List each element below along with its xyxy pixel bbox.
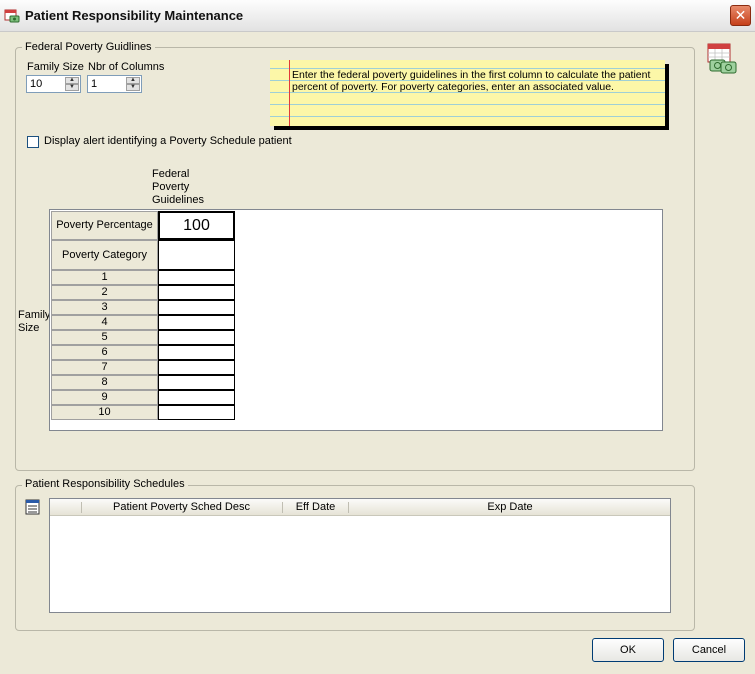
- ok-button[interactable]: OK: [592, 638, 664, 662]
- family-size-guideline-input[interactable]: [158, 330, 235, 345]
- family-size-guideline-input[interactable]: [158, 285, 235, 300]
- cancel-button[interactable]: Cancel: [673, 638, 745, 662]
- nbr-columns-stepper[interactable]: 1 ▲ ▼: [87, 75, 142, 93]
- family-size-side-label: Family Size: [18, 309, 51, 334]
- column-patient-poverty-sched-desc[interactable]: Patient Poverty Sched Desc: [82, 501, 281, 513]
- poverty-guidelines-grid: Poverty Percentage 100 Poverty Category …: [49, 209, 663, 431]
- schedules-list[interactable]: Patient Poverty Sched Desc Eff Date Exp …: [49, 498, 671, 613]
- column-exp-date[interactable]: Exp Date: [349, 501, 671, 513]
- family-size-guideline-input[interactable]: [158, 270, 235, 285]
- calendar-money-icon[interactable]: [706, 42, 738, 74]
- family-size-guideline-input[interactable]: [158, 405, 235, 420]
- poverty-percentage-input[interactable]: 100: [158, 211, 235, 240]
- row-header-family-size: 4: [51, 315, 158, 330]
- help-note: Enter the federal poverty guidelines in …: [270, 60, 665, 126]
- column-header-federal-poverty-guidelines: Federal Poverty Guidelines: [152, 168, 204, 206]
- column-eff-date[interactable]: Eff Date: [283, 501, 348, 513]
- help-note-text: Enter the federal poverty guidelines in …: [292, 69, 651, 93]
- title-bar: Patient Responsibility Maintenance ✕: [0, 0, 755, 32]
- nbr-columns-value: 1: [91, 78, 98, 90]
- family-size-value: 10: [30, 78, 43, 90]
- window-title: Patient Responsibility Maintenance: [25, 8, 244, 23]
- spin-down-icon[interactable]: ▼: [126, 84, 140, 91]
- family-size-guideline-input[interactable]: [158, 300, 235, 315]
- row-header-family-size: 6: [51, 345, 158, 360]
- row-header-family-size: 8: [51, 375, 158, 390]
- alert-checkbox[interactable]: [27, 136, 39, 148]
- family-size-guideline-input[interactable]: [158, 345, 235, 360]
- family-size-label: Family Size: [27, 61, 84, 73]
- spin-up-icon[interactable]: ▲: [126, 77, 140, 84]
- close-icon: ✕: [734, 7, 747, 24]
- nbr-columns-label: Nbr of Columns: [88, 61, 165, 73]
- family-size-stepper[interactable]: 10 ▲ ▼: [26, 75, 81, 93]
- row-header-family-size: 1: [51, 270, 158, 285]
- row-header-family-size: 10: [51, 405, 158, 420]
- family-size-guideline-input[interactable]: [158, 360, 235, 375]
- family-size-guideline-input[interactable]: [158, 375, 235, 390]
- close-button[interactable]: ✕: [730, 5, 751, 26]
- row-header-family-size: 2: [51, 285, 158, 300]
- calendar-money-icon: [4, 8, 20, 24]
- row-header-poverty-percentage: Poverty Percentage: [51, 211, 158, 240]
- poverty-category-input[interactable]: [158, 240, 235, 270]
- row-header-family-size: 9: [51, 390, 158, 405]
- spin-up-icon[interactable]: ▲: [65, 77, 79, 84]
- list-properties-icon[interactable]: [24, 498, 42, 516]
- row-header-family-size: 5: [51, 330, 158, 345]
- alert-checkbox-label: Display alert identifying a Poverty Sche…: [44, 135, 292, 147]
- spin-down-icon[interactable]: ▼: [65, 84, 79, 91]
- schedules-group-label: Patient Responsibility Schedules: [22, 478, 188, 490]
- family-size-guideline-input[interactable]: [158, 315, 235, 330]
- family-size-guideline-input[interactable]: [158, 390, 235, 405]
- poverty-guidelines-group-label: Federal Poverty Guidlines: [22, 41, 155, 53]
- row-header-poverty-category: Poverty Category: [51, 240, 158, 270]
- row-header-family-size: 3: [51, 300, 158, 315]
- row-header-family-size: 7: [51, 360, 158, 375]
- schedules-list-header: Patient Poverty Sched Desc Eff Date Exp …: [50, 499, 670, 516]
